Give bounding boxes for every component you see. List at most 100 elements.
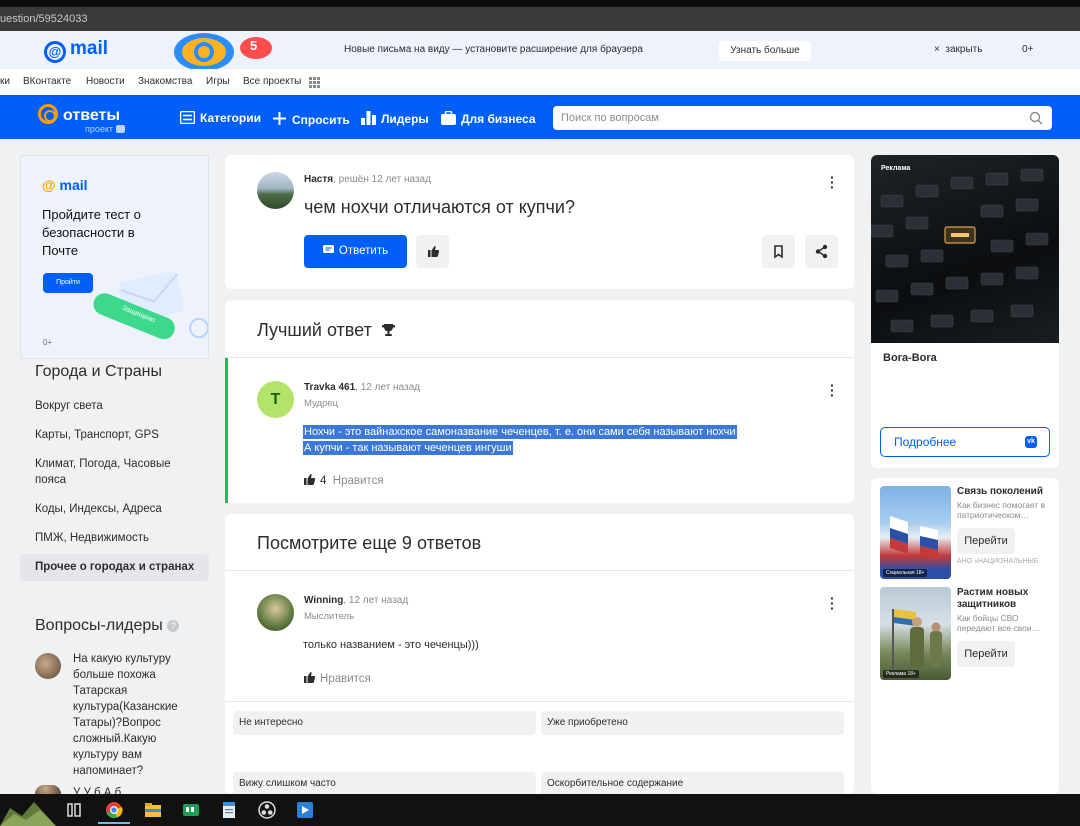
- explorer-icon[interactable]: [144, 801, 162, 819]
- feedback-offensive[interactable]: Оскорбительное содержание: [541, 772, 844, 794]
- ad-label: Реклама: [881, 165, 911, 172]
- thumbs-up-icon: [304, 672, 316, 683]
- left-ad-age: 0+: [43, 338, 53, 347]
- bookmark-button[interactable]: [762, 235, 795, 268]
- notepad-icon[interactable]: [220, 801, 238, 819]
- portal-nav: ки ВКонтакте Новости Знакомства Игры Все…: [0, 69, 1080, 95]
- avatar[interactable]: T: [257, 381, 294, 418]
- help-icon[interactable]: ?: [167, 620, 180, 632]
- otvety-logo[interactable]: ответы: [38, 104, 120, 125]
- category-item-active[interactable]: Прочее о городах и странах: [20, 554, 209, 581]
- nav-leaders[interactable]: Лидеры: [361, 111, 429, 126]
- left-ad-text: Пройдите тест о безопасности в Почте: [42, 207, 141, 258]
- leader-question-link[interactable]: На какую культуру больше похожа Татарска…: [73, 651, 188, 779]
- media-icon[interactable]: [296, 801, 314, 819]
- more-options-icon[interactable]: · · ·: [830, 591, 835, 615]
- chrome-icon[interactable]: [105, 801, 123, 819]
- small-ad-desc: Как бойцы СВО передают все свои…: [957, 613, 1041, 633]
- answer-meta: Winning, 12 лет назад: [304, 595, 409, 606]
- author-rank: Мыслитель: [304, 611, 355, 622]
- close-icon: ×: [934, 44, 940, 55]
- portal-link-vk[interactable]: ВКонтакте: [23, 76, 71, 87]
- small-ad-desc: Как бизнес помогает в патриотическом…: [957, 500, 1046, 520]
- feedback-already-bought[interactable]: Уже приобретено: [541, 711, 844, 735]
- like-question-button[interactable]: [416, 235, 449, 268]
- small-ad-go-button[interactable]: Перейти: [957, 641, 1015, 667]
- category-item[interactable]: Карты, Транспорт, GPS: [35, 427, 200, 443]
- more-options-icon[interactable]: · · ·: [830, 378, 835, 402]
- question-title: чем нохчи отличаются от купчи?: [304, 197, 575, 217]
- right-ad-image[interactable]: [871, 155, 1059, 343]
- divider: [225, 357, 854, 358]
- address-bar[interactable]: uestion/59524033: [0, 7, 1080, 31]
- left-ad-button[interactable]: Пройти: [43, 273, 93, 293]
- task-view-icon[interactable]: [65, 801, 83, 819]
- obs-icon[interactable]: [258, 801, 276, 819]
- small-ad-title[interactable]: Растим новых защитников: [957, 587, 1055, 611]
- category-item[interactable]: Коды, Индексы, Адреса: [35, 501, 200, 517]
- author-name[interactable]: Winning: [304, 595, 343, 606]
- feedback-too-often[interactable]: Вижу слишком часто: [233, 772, 536, 794]
- like-button[interactable]: Нравится: [304, 672, 371, 685]
- author-name[interactable]: Настя: [304, 174, 333, 185]
- best-answer-accent: [225, 358, 228, 503]
- grid-icon[interactable]: [309, 77, 320, 88]
- at-icon: [38, 104, 58, 124]
- briefcase-icon: [441, 111, 456, 125]
- active-app-indicator: [98, 822, 130, 824]
- category-item[interactable]: Вокруг света: [35, 398, 200, 414]
- answer-button[interactable]: Ответить: [304, 235, 407, 268]
- portal-link-news[interactable]: Новости: [86, 76, 125, 87]
- avatar[interactable]: [35, 653, 61, 679]
- learn-more-button[interactable]: Узнать больше: [719, 41, 811, 61]
- category-item[interactable]: ПМЖ, Недвижимость: [35, 530, 200, 546]
- author-rank: Мудрец: [304, 398, 339, 409]
- portal-link-partial[interactable]: ки: [0, 76, 10, 87]
- comment-icon: [322, 245, 334, 253]
- category-item[interactable]: Климат, Погода, Часовые пояса: [35, 456, 200, 488]
- trophy-icon: [381, 324, 395, 336]
- vk-mini-icon: [115, 125, 125, 133]
- search-icon[interactable]: [1028, 110, 1044, 126]
- desktop-thumbnail-icon[interactable]: [0, 794, 56, 826]
- avatar[interactable]: [35, 785, 61, 794]
- promo-illustration: 5: [160, 31, 276, 69]
- nav-business[interactable]: Для бизнеса: [441, 111, 536, 126]
- url-text: uestion/59524033: [0, 13, 88, 25]
- app-green-icon[interactable]: [182, 801, 200, 819]
- category-title: Города и Страны: [35, 363, 163, 380]
- envelope-shield-illustration: [93, 271, 208, 340]
- nav-categories[interactable]: Категории: [180, 111, 261, 125]
- avatar[interactable]: [257, 594, 294, 631]
- bookmark-icon: [774, 245, 783, 259]
- logo-subtitle: проект: [85, 124, 125, 134]
- search-input[interactable]: Поиск по вопросам: [553, 106, 1052, 130]
- mail-logo[interactable]: @ mail: [44, 38, 108, 63]
- at-icon: @: [44, 41, 66, 63]
- nav-ask[interactable]: Спросить: [272, 111, 350, 127]
- small-ad-title[interactable]: Связь поколений: [957, 486, 1055, 498]
- author-name[interactable]: Travka 461: [304, 382, 355, 393]
- close-promo-button[interactable]: × закрыть: [934, 44, 982, 55]
- like-button[interactable]: 4 Нравится: [304, 474, 384, 487]
- small-ad-go-button[interactable]: Перейти: [957, 528, 1015, 554]
- thumbs-up-icon: [428, 246, 440, 257]
- right-ad-name: Bora-Bora: [883, 352, 937, 364]
- ad-thumbnail-soldiers[interactable]: Реклама 18+: [880, 587, 951, 680]
- answer-text: только названием - это чеченцы))): [303, 639, 479, 651]
- portal-link-dating[interactable]: Знакомства: [138, 76, 192, 87]
- ad-thumbnail-flags[interactable]: Социальная 18+: [880, 486, 951, 579]
- more-options-icon[interactable]: · · ·: [830, 170, 835, 194]
- feedback-not-interesting[interactable]: Не интересно: [233, 711, 536, 735]
- more-answers-card: [225, 514, 854, 794]
- divider: [225, 701, 854, 702]
- bar-chart-icon: [361, 111, 376, 125]
- portal-link-games[interactable]: Игры: [206, 76, 230, 87]
- portal-link-all-projects[interactable]: Все проекты: [243, 76, 301, 87]
- more-answers-title: Посмотрите еще 9 ответов: [257, 533, 482, 553]
- flags-illustration: [890, 516, 938, 560]
- share-button[interactable]: [805, 235, 838, 268]
- avatar[interactable]: [257, 172, 294, 209]
- leader-question-link-partial[interactable]: У У б А б: [73, 785, 193, 794]
- question-meta: Настя, решён 12 лет назад: [304, 174, 431, 185]
